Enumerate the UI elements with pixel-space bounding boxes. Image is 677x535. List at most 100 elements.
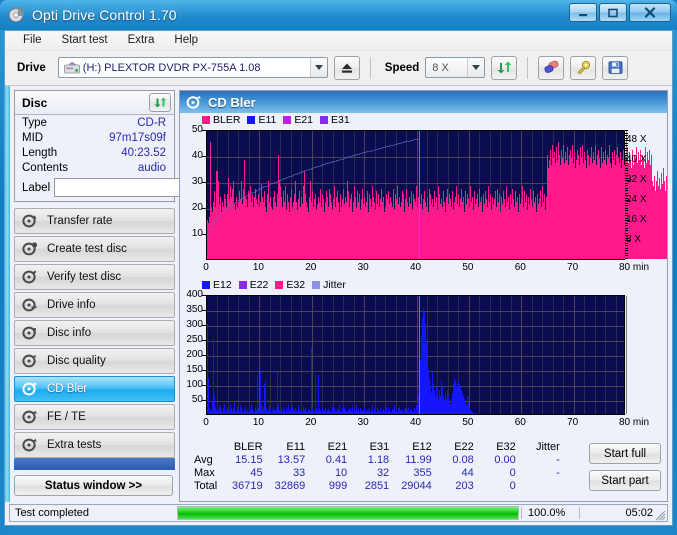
save-button[interactable] bbox=[602, 55, 629, 80]
test-buttons-list: Transfer rate Create test disc Verify te… bbox=[14, 208, 175, 459]
disc-value: 40:23.52 bbox=[121, 146, 166, 159]
gridline bbox=[364, 296, 365, 415]
x-axis-tick-label: 50 bbox=[462, 417, 474, 429]
speed-curve-point bbox=[229, 205, 233, 207]
right-axis-tick bbox=[625, 217, 628, 219]
right-axis-tick bbox=[625, 155, 628, 157]
legend-item-e22: E22 bbox=[238, 279, 268, 291]
client-area: File Start test Extra Help Drive (H:) PL… bbox=[4, 30, 673, 526]
start-full-button[interactable]: Start full bbox=[589, 443, 661, 465]
drive-select[interactable]: (H:) PLEXTOR DVDR PX-755A 1.08 bbox=[57, 57, 328, 79]
legend-label: E32 bbox=[286, 278, 306, 291]
table-cell: 11.99 bbox=[405, 454, 432, 467]
table-cell: - bbox=[556, 467, 560, 480]
menu-item-start-test[interactable]: Start test bbox=[52, 31, 118, 49]
disc-key: Type bbox=[22, 116, 47, 129]
speed-curve-point bbox=[212, 222, 216, 224]
speed-curve-point bbox=[224, 209, 228, 211]
close-button[interactable] bbox=[629, 3, 671, 22]
chart-bar bbox=[667, 202, 668, 259]
sidebar-item-extra-tests[interactable]: Extra tests bbox=[14, 432, 175, 459]
progress-percent: 100.0% bbox=[521, 507, 579, 520]
sidebar-item-label: Disc quality bbox=[47, 355, 106, 368]
y-axis-tick bbox=[202, 355, 206, 357]
disc-refresh-button[interactable] bbox=[149, 93, 171, 113]
status-window-button[interactable]: Status window >> bbox=[14, 475, 173, 497]
settings-button[interactable] bbox=[570, 55, 597, 80]
y-axis-tick-label: 350 bbox=[186, 304, 203, 316]
chevron-down-icon[interactable] bbox=[309, 58, 327, 78]
gridline bbox=[207, 356, 624, 358]
status-text: Test completed bbox=[15, 507, 89, 520]
menu-item-file[interactable]: File bbox=[13, 31, 52, 49]
table-cell bbox=[522, 480, 566, 493]
sidebar-item-label: Extra tests bbox=[47, 439, 102, 452]
table-row: Max 45 33 10 32 355 44 0 - bbox=[192, 467, 566, 480]
x-axis-tick-label: 20 bbox=[305, 417, 317, 429]
legend-swatch bbox=[275, 280, 284, 289]
drive-icon bbox=[63, 61, 80, 75]
right-axis-tick bbox=[625, 160, 630, 162]
gridline-minor bbox=[605, 296, 606, 415]
chart-bar bbox=[311, 348, 312, 415]
table-row: Avg 15.15 13.57 0.41 1.18 11.99 0.08 0.00 - bbox=[192, 454, 566, 467]
legend-label: E11 bbox=[258, 113, 277, 126]
erase-button[interactable] bbox=[538, 55, 565, 80]
right-axis-tick bbox=[625, 245, 628, 247]
maximize-button[interactable] bbox=[599, 3, 627, 22]
transfer-rate-icon bbox=[22, 213, 38, 229]
legend-label: Jitter bbox=[323, 278, 346, 291]
gridline-minor bbox=[333, 296, 334, 415]
right-axis-tick bbox=[625, 240, 630, 242]
gridline-minor bbox=[511, 296, 512, 415]
sidebar-item-fe-te[interactable]: FE / TE bbox=[14, 404, 175, 431]
right-axis-tick bbox=[625, 257, 628, 259]
bottom-plot bbox=[206, 295, 627, 416]
chart-bar bbox=[667, 186, 668, 259]
sidebar-item-transfer-rate[interactable]: Transfer rate bbox=[14, 208, 175, 235]
menu-item-extra[interactable]: Extra bbox=[118, 31, 165, 49]
speed-curve-point bbox=[236, 200, 240, 202]
table-cell: 999 bbox=[328, 480, 348, 493]
gridline-minor bbox=[584, 296, 585, 415]
disc-value: audio bbox=[137, 161, 166, 174]
y-axis-tick bbox=[202, 295, 206, 297]
fe-te-icon bbox=[22, 409, 38, 425]
sidebar-item-verify-test-disc[interactable]: Verify test disc bbox=[14, 264, 175, 291]
right-axis-tick bbox=[625, 205, 628, 207]
right-axis-tick bbox=[625, 210, 628, 212]
speed-select[interactable]: 8 X bbox=[425, 57, 486, 79]
speed-curve-point bbox=[231, 203, 235, 205]
gridline bbox=[207, 386, 624, 388]
top-chart-legend: BLER E11 E21 E31 bbox=[180, 113, 667, 126]
resize-grip[interactable] bbox=[656, 511, 666, 521]
sidebar-item-disc-quality[interactable]: Disc quality bbox=[14, 348, 175, 375]
menu-item-help[interactable]: Help bbox=[164, 31, 208, 49]
right-axis-tick bbox=[625, 170, 628, 172]
sidebar-item-create-test-disc[interactable]: Create test disc bbox=[14, 236, 175, 263]
right-axis-tick bbox=[625, 235, 628, 237]
right-axis-tick bbox=[625, 182, 628, 184]
sidebar-item-drive-info[interactable]: Drive info bbox=[14, 292, 175, 319]
right-axis-tick bbox=[625, 197, 628, 199]
disc-key: Length bbox=[22, 146, 58, 159]
minimize-button[interactable] bbox=[569, 3, 597, 22]
sidebar-item-disc-info[interactable]: Disc info bbox=[14, 320, 175, 347]
legend-swatch bbox=[238, 280, 247, 289]
table-cell: 10 bbox=[334, 467, 348, 480]
window-title: Opti Drive Control 1.70 bbox=[32, 7, 177, 23]
start-part-button[interactable]: Start part bbox=[589, 470, 661, 492]
table-cell: 0 bbox=[509, 467, 516, 480]
gridline-minor bbox=[291, 296, 292, 415]
speed-curve-point bbox=[207, 238, 210, 240]
x-axis-tick-label: 60 bbox=[514, 417, 526, 429]
right-axis-tick bbox=[625, 247, 628, 249]
chart-bar bbox=[667, 254, 668, 259]
eject-button[interactable] bbox=[333, 55, 360, 80]
gridline-minor bbox=[553, 296, 554, 415]
table-column-header: E21 bbox=[327, 441, 348, 454]
speed-curve-point bbox=[238, 199, 242, 201]
refresh-button[interactable] bbox=[491, 55, 518, 80]
chevron-down-icon[interactable] bbox=[467, 58, 485, 78]
sidebar-item-cd-bler[interactable]: CD Bler bbox=[14, 376, 175, 403]
